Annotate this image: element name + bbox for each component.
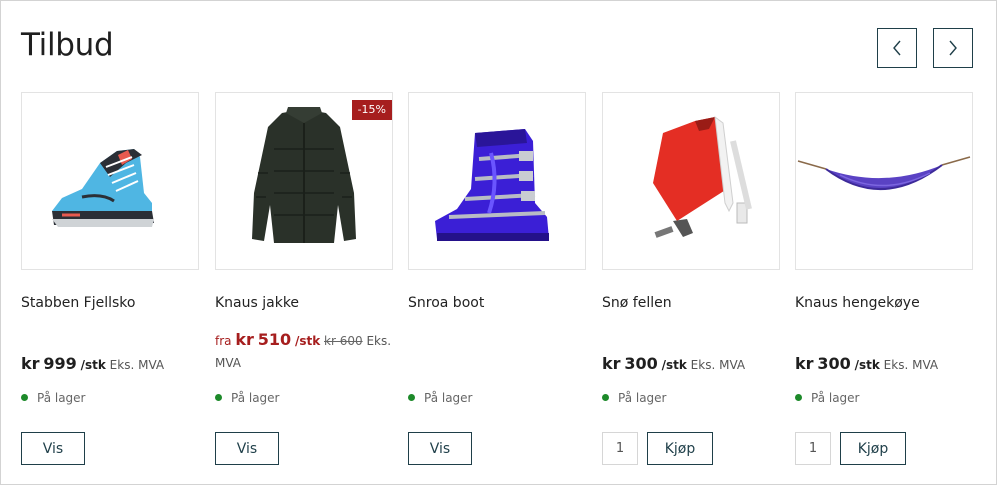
- vat-note: Eks. MVA: [109, 358, 165, 372]
- section-title: Tilbud: [21, 27, 114, 63]
- stock-status: På lager: [408, 391, 473, 405]
- price-amount: 300: [817, 354, 851, 373]
- product-card: Knaus hengekøye kr 300 /stk Eks. MVA På …: [795, 92, 973, 472]
- vat-note: Eks. MVA: [690, 358, 746, 372]
- product-name[interactable]: Knaus jakke: [215, 295, 299, 311]
- price: kr 300 /stk Eks. MVA: [602, 354, 745, 373]
- chevron-right-icon: [949, 40, 957, 56]
- hiking-boot-image: [52, 149, 154, 227]
- product-name[interactable]: Snroa boot: [408, 295, 484, 311]
- product-image-link[interactable]: [21, 92, 199, 270]
- quantity-input[interactable]: [795, 432, 831, 465]
- offers-widget: Tilbud Stabben Fjellsko kr 999 /stk Eks.…: [0, 0, 997, 485]
- price-amount: 999: [43, 354, 77, 373]
- in-stock-dot-icon: [215, 394, 222, 401]
- discount-badge: -15%: [351, 100, 392, 120]
- stock-status: På lager: [795, 391, 860, 405]
- in-stock-dot-icon: [602, 394, 609, 401]
- in-stock-dot-icon: [795, 394, 802, 401]
- price-amount: 300: [624, 354, 658, 373]
- old-price: kr 600: [324, 334, 363, 348]
- price-amount: 510: [257, 330, 292, 349]
- view-button[interactable]: Vis: [408, 432, 472, 465]
- product-image-link[interactable]: -15%: [215, 92, 393, 270]
- product-name[interactable]: Knaus hengekøye: [795, 295, 920, 311]
- product-image-link[interactable]: [602, 92, 780, 270]
- price-unit: /stk: [854, 358, 880, 372]
- product-name[interactable]: Stabben Fjellsko: [21, 295, 135, 311]
- in-stock-dot-icon: [408, 394, 415, 401]
- carousel-prev-button[interactable]: [877, 28, 917, 68]
- in-stock-dot-icon: [21, 394, 28, 401]
- view-button[interactable]: Vis: [215, 432, 279, 465]
- product-image-link[interactable]: [795, 92, 973, 270]
- product-name[interactable]: Snø fellen: [602, 295, 672, 311]
- carousel-next-button[interactable]: [933, 28, 973, 68]
- hammock-image: [797, 156, 971, 190]
- price: kr 300 /stk Eks. MVA: [795, 354, 938, 373]
- price-unit: /stk: [661, 358, 687, 372]
- stock-status: På lager: [21, 391, 86, 405]
- buy-button[interactable]: Kjøp: [840, 432, 906, 465]
- price-currency: kr: [795, 354, 814, 373]
- ski-boot-image: [435, 129, 549, 241]
- price-currency: kr: [602, 354, 621, 373]
- price-unit: /stk: [294, 334, 321, 348]
- stock-label: På lager: [37, 391, 86, 405]
- stock-label: På lager: [618, 391, 667, 405]
- price-currency: kr: [21, 354, 40, 373]
- product-card: Snø fellen kr 300 /stk Eks. MVA På lager…: [602, 92, 780, 472]
- buy-button[interactable]: Kjøp: [647, 432, 713, 465]
- product-card: Stabben Fjellsko kr 999 /stk Eks. MVA På…: [21, 92, 199, 472]
- product-card: Snroa boot På lager Vis: [408, 92, 586, 472]
- price-unit: /stk: [80, 358, 106, 372]
- quantity-input[interactable]: [602, 432, 638, 465]
- product-image-link[interactable]: [408, 92, 586, 270]
- vat-note: Eks. MVA: [883, 358, 939, 372]
- climbing-skins-image: [653, 115, 752, 238]
- sale-price: fra kr 510 /stk kr 600 Eks. MVA: [215, 329, 395, 374]
- stock-label: På lager: [231, 391, 280, 405]
- view-button[interactable]: Vis: [21, 432, 85, 465]
- chevron-left-icon: [893, 40, 901, 56]
- stock-label: På lager: [811, 391, 860, 405]
- stock-status: På lager: [215, 391, 280, 405]
- price-from-label: fra: [215, 334, 232, 348]
- product-card: -15% Knaus jakke fra kr 510 /stk kr 600 …: [215, 92, 393, 472]
- stock-status: På lager: [602, 391, 667, 405]
- price: kr 999 /stk Eks. MVA: [21, 354, 164, 373]
- price-currency: kr: [235, 330, 254, 349]
- stock-label: På lager: [424, 391, 473, 405]
